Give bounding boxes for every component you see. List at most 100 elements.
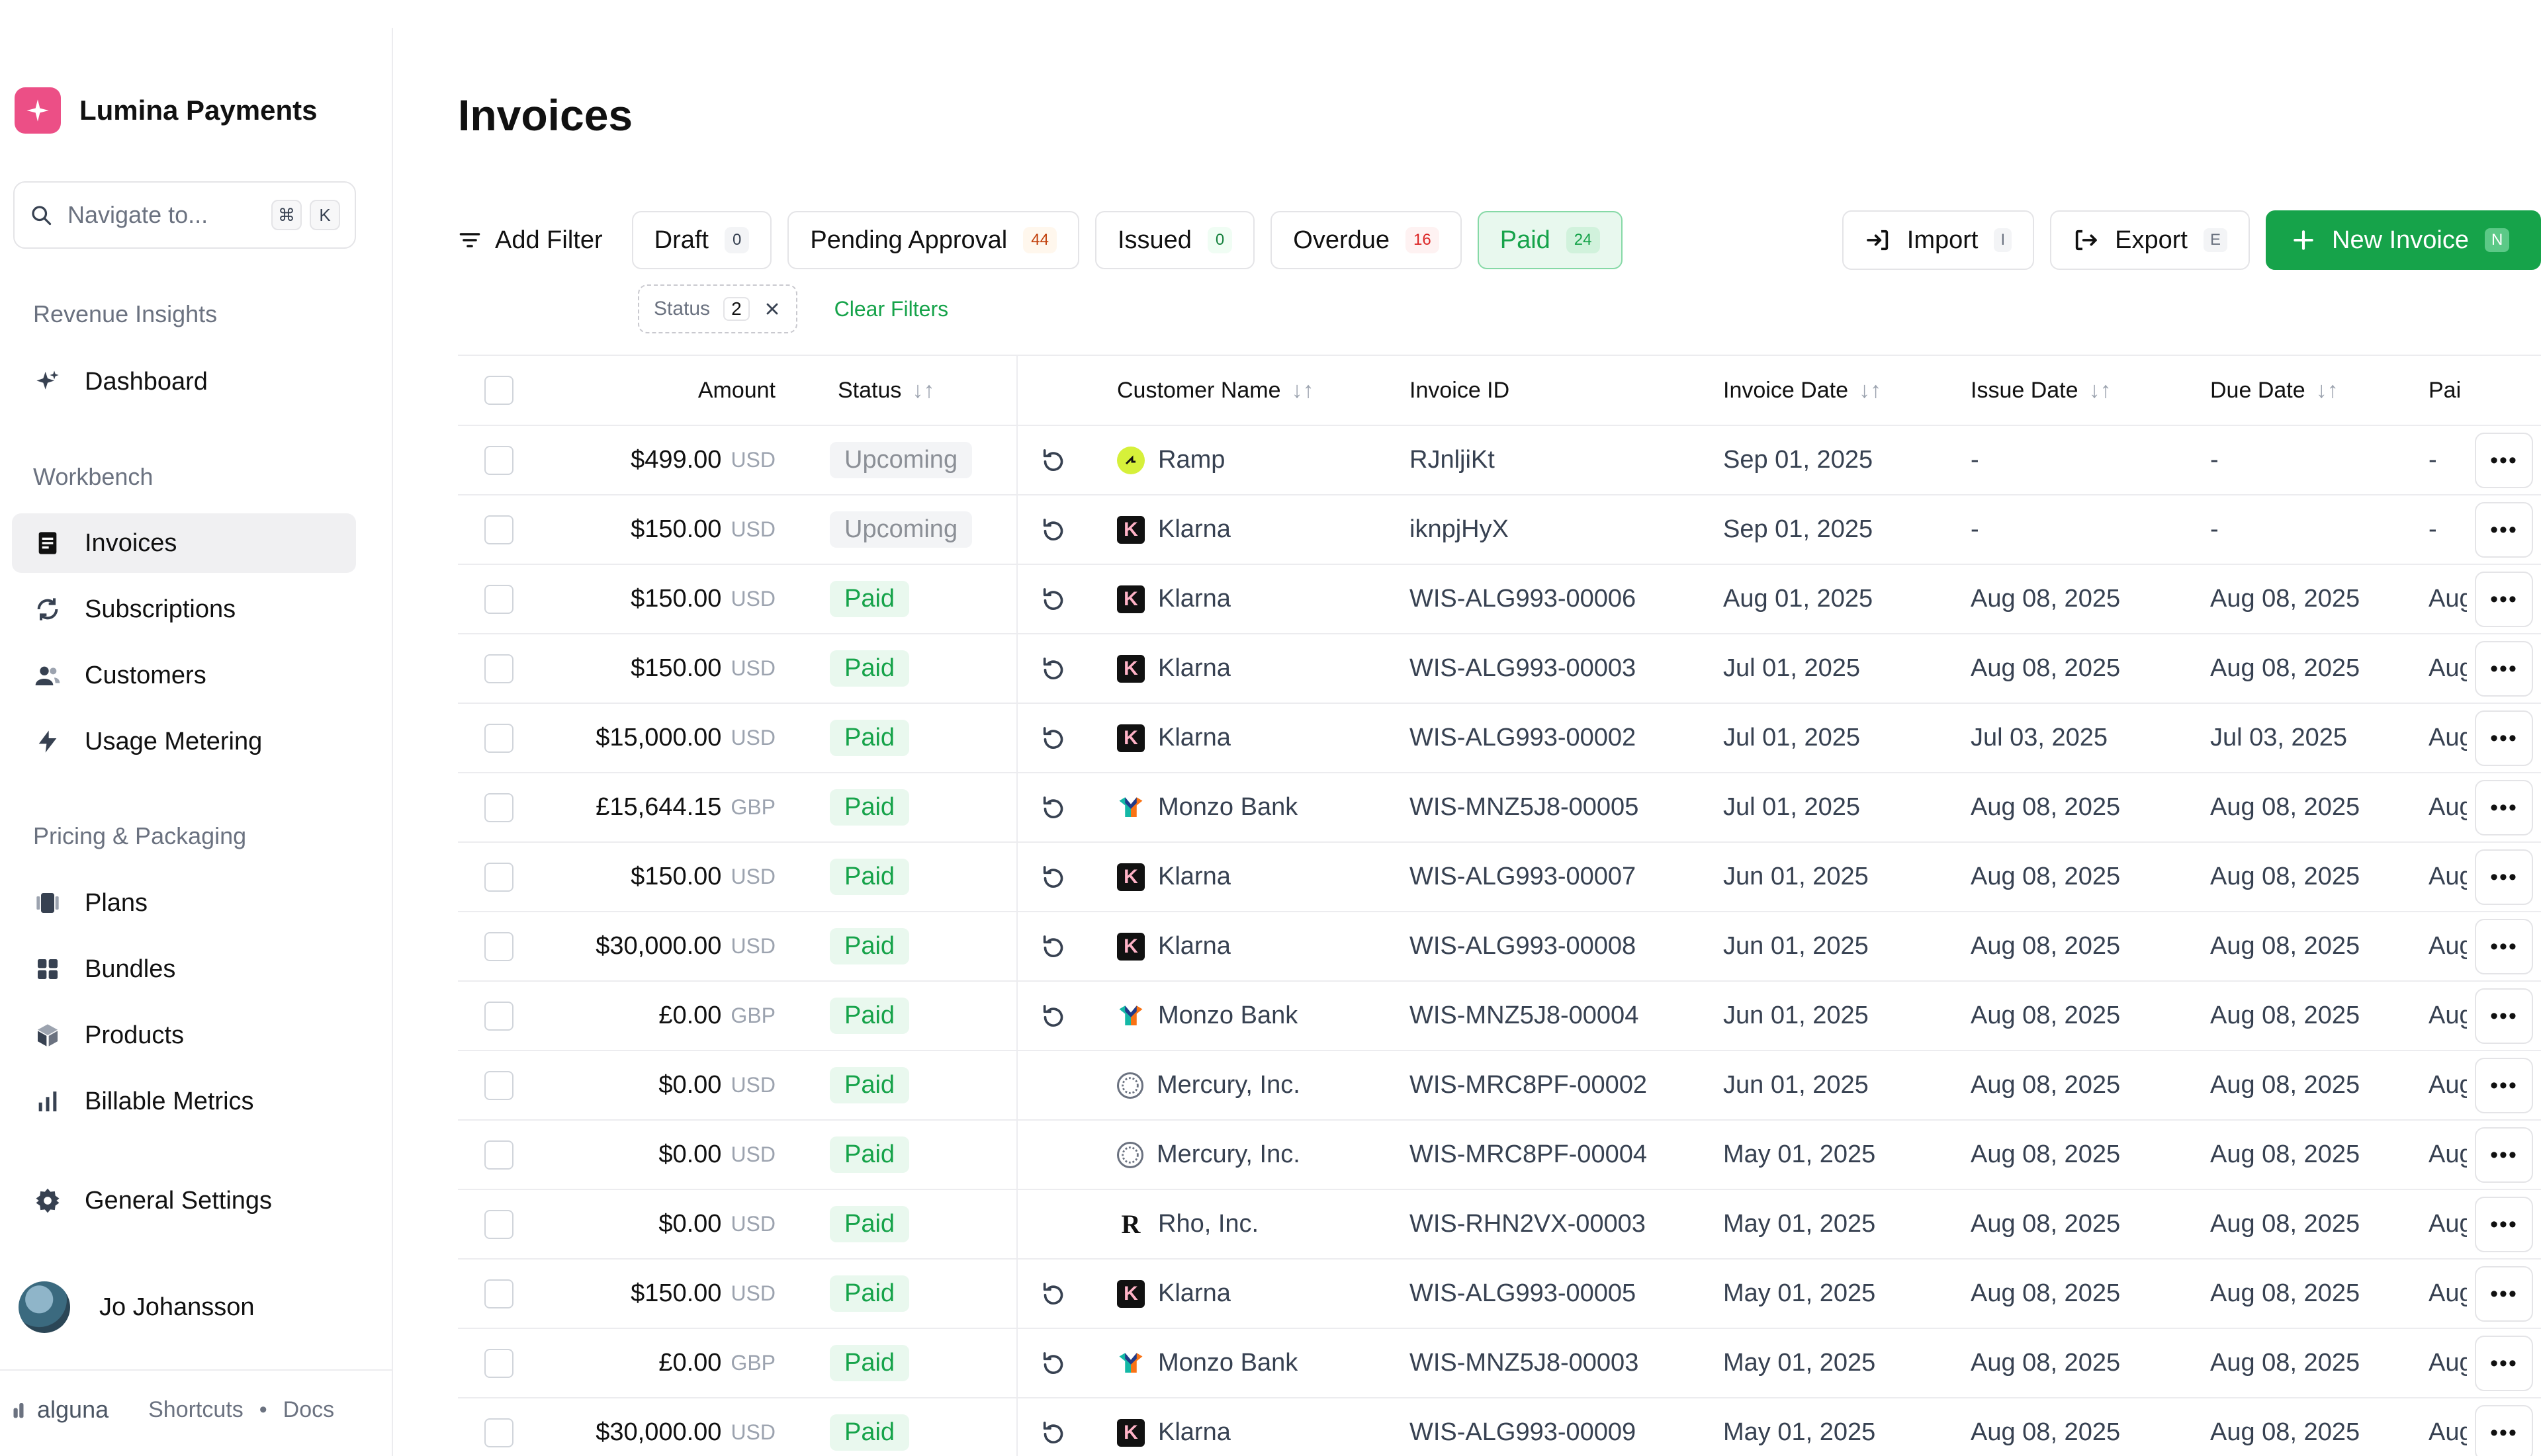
row-checkbox[interactable] <box>484 792 513 822</box>
alguna-logo[interactable]: alguna <box>12 1396 109 1424</box>
row-actions-button[interactable]: ••• <box>2475 1197 2533 1252</box>
row-checkbox[interactable] <box>484 1279 513 1308</box>
table-row[interactable]: £0.00 GBP Paid Monzo Bank WIS-MNZ5J8-00003 Ma… <box>458 1329 2541 1398</box>
table-row[interactable]: £0.00 GBP Paid Monzo Bank WIS-MNZ5J8-00004 Ju… <box>458 982 2541 1051</box>
row-checkbox[interactable] <box>484 862 513 892</box>
table-row[interactable]: $0.00 USD Paid Mercury, Inc. WIS-MRC8PF-0000… <box>458 1051 2541 1121</box>
import-button[interactable]: Import I <box>1842 210 2035 270</box>
row-checkbox[interactable] <box>484 723 513 753</box>
customer-cell[interactable]: Mercury, Inc. <box>1117 1051 1300 1119</box>
customer-cell[interactable]: K Klarna <box>1117 1260 1231 1328</box>
invoice-id[interactable]: WIS-ALG993-00002 <box>1409 704 1636 772</box>
column-invoice-date[interactable]: Invoice Date ↓↑ <box>1723 356 1881 425</box>
row-checkbox[interactable] <box>484 515 513 544</box>
row-actions-button[interactable]: ••• <box>2475 919 2533 974</box>
column-amount[interactable]: Amount <box>656 356 776 425</box>
sidebar-item-plans[interactable]: Plans <box>12 873 356 933</box>
clear-filters-link[interactable]: Clear Filters <box>834 297 948 321</box>
export-button[interactable]: Export E <box>2050 210 2250 270</box>
customer-cell[interactable]: K Klarna <box>1117 843 1231 911</box>
customer-cell[interactable]: K Klarna <box>1117 704 1231 772</box>
table-row[interactable]: $150.00 USD Paid K Klarna WIS-ALG993-00006 Aug… <box>458 565 2541 634</box>
row-actions-button[interactable]: ••• <box>2475 849 2533 905</box>
invoice-id[interactable]: WIS-ALG993-00008 <box>1409 912 1636 980</box>
row-actions-button[interactable]: ••• <box>2475 988 2533 1044</box>
table-row[interactable]: $499.00 USD Upcoming Ramp RJnljiKt Sep 01, 20… <box>458 426 2541 495</box>
row-checkbox[interactable] <box>484 1070 513 1100</box>
row-checkbox[interactable] <box>484 1348 513 1378</box>
column-due-date[interactable]: Due Date ↓↑ <box>2210 356 2339 425</box>
row-actions-button[interactable]: ••• <box>2475 641 2533 697</box>
table-row[interactable]: $0.00 USD Paid R Rho, Inc. WIS-RHN2VX-00003 Ma… <box>458 1190 2541 1260</box>
column-customer-name[interactable]: Customer Name ↓↑ <box>1117 356 1314 425</box>
table-row[interactable]: $30,000.00 USD Paid K Klarna WIS-ALG993-00008… <box>458 912 2541 982</box>
row-actions-button[interactable]: ••• <box>2475 502 2533 558</box>
invoice-id[interactable]: WIS-ALG993-00007 <box>1409 843 1636 911</box>
sidebar-item-bundles[interactable]: Bundles <box>12 939 356 999</box>
customer-cell[interactable]: K Klarna <box>1117 495 1231 564</box>
table-row[interactable]: $0.00 USD Paid Mercury, Inc. WIS-MRC8PF-0000… <box>458 1121 2541 1190</box>
table-row[interactable]: $15,000.00 USD Paid K Klarna WIS-ALG993-00002… <box>458 704 2541 773</box>
invoice-id[interactable]: WIS-ALG993-00006 <box>1409 565 1636 633</box>
customer-cell[interactable]: K Klarna <box>1117 1398 1231 1456</box>
customer-cell[interactable]: Ramp <box>1117 426 1225 494</box>
invoice-id[interactable]: WIS-MNZ5J8-00005 <box>1409 773 1638 841</box>
close-icon[interactable] <box>763 300 781 318</box>
table-row[interactable]: $150.00 USD Paid K Klarna WIS-ALG993-00003 Jul… <box>458 634 2541 704</box>
invoice-id[interactable]: iknpjHyX <box>1409 495 1509 564</box>
customer-cell[interactable]: Monzo Bank <box>1117 773 1298 841</box>
customer-cell[interactable]: K Klarna <box>1117 634 1231 703</box>
customer-cell[interactable]: Mercury, Inc. <box>1117 1121 1300 1189</box>
tab-overdue[interactable]: Overdue 16 <box>1270 211 1462 269</box>
table-row[interactable]: $150.00 USD Upcoming K Klarna iknpjHyX Sep 01,… <box>458 495 2541 565</box>
row-actions-button[interactable]: ••• <box>2475 710 2533 766</box>
row-checkbox[interactable] <box>484 445 513 475</box>
sidebar-item-dashboard[interactable]: Dashboard <box>12 352 356 411</box>
row-checkbox[interactable] <box>484 584 513 614</box>
customer-cell[interactable]: Monzo Bank <box>1117 982 1298 1050</box>
row-actions-button[interactable]: ••• <box>2475 572 2533 627</box>
table-row[interactable]: £15,644.15 GBP Paid Monzo Bank WIS-MNZ5J8-00… <box>458 773 2541 843</box>
sidebar-item-invoices[interactable]: Invoices <box>12 513 356 573</box>
row-checkbox[interactable] <box>484 654 513 683</box>
row-checkbox[interactable] <box>484 1209 513 1239</box>
column-issue-date[interactable]: Issue Date ↓↑ <box>1971 356 2112 425</box>
sidebar-item-billable-metrics[interactable]: Billable Metrics <box>12 1072 356 1131</box>
row-actions-button[interactable]: ••• <box>2475 1266 2533 1322</box>
column-status[interactable]: Status ↓↑ <box>838 356 934 425</box>
invoice-id[interactable]: WIS-MRC8PF-00004 <box>1409 1121 1647 1189</box>
table-row[interactable]: $30,000.00 USD Paid K Klarna WIS-ALG993-00009… <box>458 1398 2541 1456</box>
row-actions-button[interactable]: ••• <box>2475 433 2533 488</box>
row-actions-button[interactable]: ••• <box>2475 1336 2533 1391</box>
invoice-id[interactable]: WIS-ALG993-00009 <box>1409 1398 1636 1456</box>
row-actions-button[interactable]: ••• <box>2475 1127 2533 1183</box>
row-checkbox[interactable] <box>484 931 513 961</box>
invoice-id[interactable]: WIS-MNZ5J8-00004 <box>1409 982 1638 1050</box>
tab-pending-approval[interactable]: Pending Approval 44 <box>787 211 1079 269</box>
sidebar-item-subscriptions[interactable]: Subscriptions <box>12 579 356 639</box>
status-filter-chip[interactable]: Status 2 <box>638 284 797 333</box>
sidebar-item-usage-metering[interactable]: Usage Metering <box>12 712 356 771</box>
invoice-id[interactable]: WIS-MRC8PF-00002 <box>1409 1051 1647 1119</box>
row-checkbox[interactable] <box>484 1001 513 1031</box>
user-profile[interactable]: Jo Johansson <box>19 1281 255 1333</box>
brand[interactable]: Lumina Payments <box>15 87 317 134</box>
row-checkbox[interactable] <box>484 1140 513 1170</box>
new-invoice-button[interactable]: New Invoice N <box>2266 210 2541 270</box>
invoice-id[interactable]: WIS-MNZ5J8-00003 <box>1409 1329 1638 1397</box>
invoice-id[interactable]: WIS-ALG993-00003 <box>1409 634 1636 703</box>
sidebar-item-general-settings[interactable]: General Settings <box>12 1171 356 1230</box>
sidebar-item-products[interactable]: Products <box>12 1006 356 1065</box>
tab-draft[interactable]: Draft 0 <box>631 211 772 269</box>
column-invoice-id[interactable]: Invoice ID <box>1409 356 1509 425</box>
row-actions-button[interactable]: ••• <box>2475 1405 2533 1456</box>
select-all-checkbox[interactable] <box>484 376 513 405</box>
sidebar-item-customers[interactable]: Customers <box>12 646 356 705</box>
row-actions-button[interactable]: ••• <box>2475 1058 2533 1113</box>
row-checkbox[interactable] <box>484 1418 513 1447</box>
column-paid[interactable]: Pai <box>2429 356 2468 425</box>
invoice-id[interactable]: RJnljiKt <box>1409 426 1495 494</box>
table-row[interactable]: $150.00 USD Paid K Klarna WIS-ALG993-00005 May… <box>458 1260 2541 1329</box>
invoice-id[interactable]: WIS-RHN2VX-00003 <box>1409 1190 1646 1258</box>
customer-cell[interactable]: K Klarna <box>1117 565 1231 633</box>
